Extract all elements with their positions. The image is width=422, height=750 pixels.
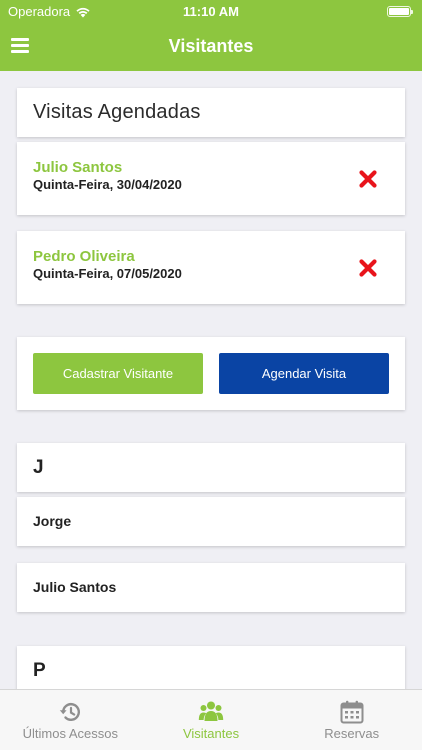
visit-card[interactable]: Julio Santos Quinta-Feira, 30/04/2020 bbox=[17, 142, 405, 215]
visit-date: Quinta-Feira, 07/05/2020 bbox=[33, 266, 182, 281]
status-time: 11:10 AM bbox=[183, 4, 239, 19]
tab-label: Visitantes bbox=[182, 726, 240, 741]
contact-name: Julio Santos bbox=[33, 579, 117, 595]
users-icon bbox=[198, 700, 224, 724]
section-letter: J bbox=[33, 457, 44, 478]
history-icon bbox=[57, 700, 83, 724]
visit-date: Quinta-Feira, 30/04/2020 bbox=[33, 177, 182, 192]
visit-card[interactable]: Pedro Oliveira Quinta-Feira, 07/05/2020 bbox=[17, 231, 405, 304]
section-letter-header: J bbox=[17, 443, 405, 492]
contact-item[interactable]: Jorge bbox=[17, 497, 405, 546]
visit-name: Pedro Oliveira bbox=[33, 248, 135, 265]
scheduled-visits-header: Visitas Agendadas bbox=[17, 88, 405, 137]
section-letter: P bbox=[33, 660, 46, 681]
section-letter-header: P bbox=[17, 646, 405, 689]
status-bar: Operadora 11:10 AM bbox=[0, 0, 422, 24]
contact-item[interactable]: Julio Santos bbox=[17, 563, 405, 612]
visit-name: Julio Santos bbox=[33, 159, 123, 176]
tab-label: Reservas bbox=[324, 726, 380, 741]
register-visitor-button[interactable]: Cadastrar Visitante bbox=[33, 353, 203, 394]
tab-reservations[interactable]: Reservas bbox=[281, 690, 422, 750]
tab-bar: Últimos Acessos Visitantes Reservas bbox=[0, 689, 422, 750]
app-header: Operadora 11:10 AM Visitantes bbox=[0, 0, 422, 71]
tab-label: Últimos Acessos bbox=[22, 726, 119, 741]
battery-icon bbox=[387, 6, 413, 17]
delete-visit-icon[interactable] bbox=[358, 258, 378, 278]
tab-visitors[interactable]: Visitantes bbox=[141, 690, 282, 750]
delete-visit-icon[interactable] bbox=[358, 169, 378, 189]
page-title: Visitantes bbox=[168, 36, 254, 56]
schedule-visit-button[interactable]: Agendar Visita bbox=[219, 353, 389, 394]
visitors-content[interactable]: Visitas Agendadas Julio Santos Quinta-Fe… bbox=[0, 71, 422, 689]
tab-last-accesses[interactable]: Últimos Acessos bbox=[0, 690, 141, 750]
actions-card: Cadastrar Visitante Agendar Visita bbox=[17, 337, 405, 410]
calendar-icon bbox=[339, 700, 365, 724]
contact-name: Jorge bbox=[33, 513, 72, 529]
section-title: Visitas Agendadas bbox=[33, 101, 201, 123]
